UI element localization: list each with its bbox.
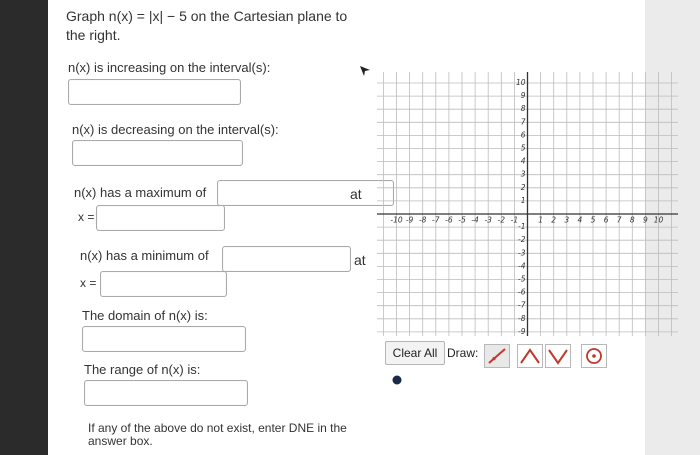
x-tick-label: -8 (419, 216, 427, 225)
y-tick-label: -5 (518, 275, 526, 284)
decreasing-label: n(x) is decreasing on the interval(s): (72, 122, 279, 137)
y-tick-label: 9 (521, 91, 526, 100)
y-tick-label: -1 (518, 222, 525, 231)
x-tick-label: -5 (458, 216, 466, 225)
y-tick-label: -7 (518, 301, 526, 310)
y-tick-label: 3 (521, 170, 526, 179)
x-tick-label: -2 (498, 216, 506, 225)
mouse-cursor-icon (360, 66, 370, 76)
x-tick-label: 5 (591, 216, 596, 225)
x-tick-label: 8 (630, 216, 635, 225)
circle-point-tool-icon (586, 348, 602, 364)
x-tick-label: -9 (406, 216, 414, 225)
y-tick-label: -9 (518, 327, 526, 336)
minimum-x-label: x = (80, 276, 97, 290)
axes (377, 72, 678, 336)
minimum-label: n(x) has a minimum of (80, 248, 209, 263)
y-tick-label: 4 (521, 157, 526, 166)
x-tick-label: -3 (484, 216, 492, 225)
y-tick-label: 5 (521, 144, 526, 153)
domain-label: The domain of n(x) is: (82, 308, 208, 323)
maximum-value-input[interactable] (217, 180, 394, 206)
minimum-x-input[interactable] (100, 271, 227, 297)
minimum-value-input[interactable] (222, 246, 351, 272)
clear-all-button[interactable]: Clear All (385, 341, 445, 365)
dne-note-line-1: If any of the above do not exist, enter … (88, 421, 347, 435)
x-tick-label: -1 (511, 216, 518, 225)
y-tick-label: 2 (521, 183, 526, 192)
y-tick-label: 6 (521, 130, 526, 139)
line-tool-icon (488, 348, 506, 364)
increasing-label: n(x) is increasing on the interval(s): (68, 60, 271, 75)
x-tick-label: -6 (445, 216, 453, 225)
x-tick-label: 3 (564, 216, 569, 225)
y-tick-labels: 10987654321-1-2-3-4-5-6-7-8-9-10 (516, 78, 526, 336)
increasing-input[interactable] (68, 79, 241, 105)
prompt-line-2: the right. (66, 27, 121, 43)
y-tick-label: 7 (521, 117, 526, 126)
maximum-label: n(x) has a maximum of (74, 185, 207, 200)
valley-tool-button[interactable] (545, 344, 571, 368)
range-label: The range of n(x) is: (84, 362, 201, 377)
x-tick-label: -4 (471, 216, 479, 225)
maximum-at-label: at (350, 186, 362, 202)
peak-tool-button[interactable] (517, 344, 543, 368)
left-background (0, 0, 48, 455)
peak-tool-icon (520, 348, 540, 364)
point-marker-icon (392, 375, 402, 385)
x-tick-label: -10 (390, 216, 402, 225)
x-tick-label: -7 (432, 216, 440, 225)
y-tick-label: -3 (518, 248, 526, 257)
y-tick-label: 8 (521, 104, 526, 113)
x-tick-label: 10 (654, 216, 664, 225)
domain-input[interactable] (82, 326, 246, 352)
circle-point-tool-button[interactable] (581, 344, 607, 368)
draw-label: Draw: (447, 346, 479, 360)
y-tick-label: 10 (516, 78, 526, 87)
dne-note-line-2: answer box. (88, 434, 153, 448)
prompt-line-1: Graph n(x) = |x| − 5 on the Cartesian pl… (66, 8, 348, 24)
maximum-x-label: x = (78, 210, 95, 224)
x-tick-label: 9 (643, 216, 648, 225)
line-tool-button[interactable] (484, 344, 510, 368)
y-tick-label: -4 (518, 261, 526, 270)
x-tick-label: 1 (538, 216, 543, 225)
decreasing-input[interactable] (72, 140, 243, 166)
y-tick-label: 1 (521, 196, 526, 205)
minimum-at-label: at (354, 252, 366, 268)
x-tick-label: 4 (578, 216, 583, 225)
x-tick-label: 2 (551, 216, 556, 225)
valley-tool-icon (548, 349, 568, 365)
x-tick-label: 6 (604, 216, 609, 225)
maximum-x-input[interactable] (96, 205, 225, 231)
y-tick-label: -6 (518, 288, 526, 297)
y-tick-label: -2 (518, 235, 526, 244)
x-tick-label: 7 (617, 216, 622, 225)
range-input[interactable] (84, 380, 248, 406)
question-page: Graph n(x) = |x| − 5 on the Cartesian pl… (48, 0, 678, 455)
cartesian-plane[interactable]: -10 -9 -8 -7 -6 -5 -4 -3 -2 -1 1 2 3 4 5 6 7 8 9 10 1098765… (377, 72, 678, 336)
y-tick-label: -8 (518, 314, 526, 323)
